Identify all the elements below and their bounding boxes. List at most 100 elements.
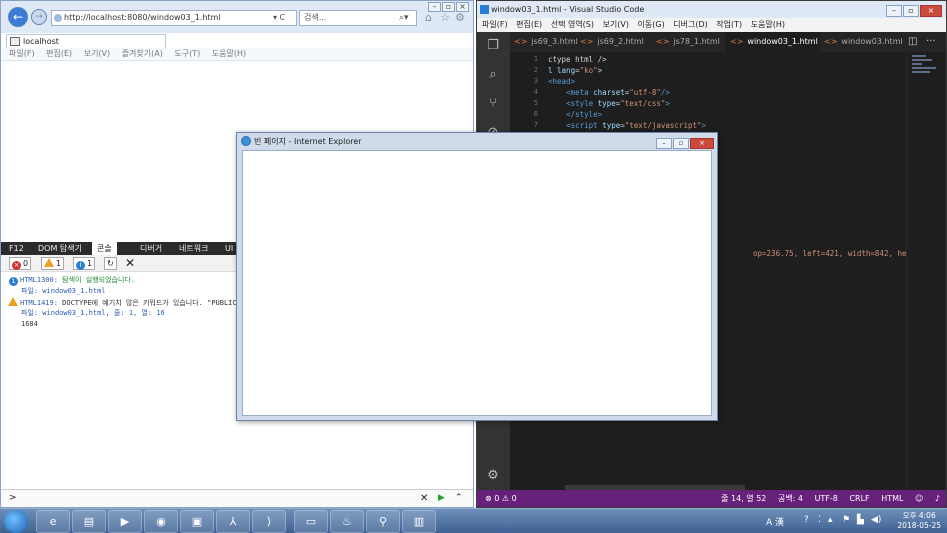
- taskbar-explorer[interactable]: ▤: [72, 510, 106, 533]
- taskbar-media[interactable]: ▶: [108, 510, 142, 533]
- vscode-menu-help[interactable]: 도움말(H): [751, 20, 785, 29]
- status-cursor-position[interactable]: 줄 14, 열 52: [721, 494, 766, 503]
- tool-icon: ⚲: [378, 515, 388, 528]
- forward-button[interactable]: →: [31, 9, 47, 25]
- maximize-button[interactable]: ▫: [673, 138, 689, 149]
- start-button[interactable]: [4, 510, 28, 533]
- ie-menu-favorites[interactable]: 즐겨찾기(A): [122, 49, 163, 58]
- minimize-button[interactable]: –: [428, 2, 441, 12]
- vscode-menu-view[interactable]: 보기(V): [603, 20, 629, 29]
- ie-menu-edit[interactable]: 편집(E): [46, 49, 72, 58]
- taskbar-chrome[interactable]: ◉: [144, 510, 178, 533]
- minimize-button[interactable]: –: [886, 5, 902, 17]
- devtools-tab-dom[interactable]: DOM 탐색기: [38, 242, 82, 255]
- status-eol[interactable]: CRLF: [849, 494, 869, 503]
- ie-menu-help[interactable]: 도움말(H): [212, 49, 246, 58]
- home-icon[interactable]: ⌂: [425, 11, 432, 24]
- ie-menu-view[interactable]: 보기(V): [84, 49, 110, 58]
- problems-indicator[interactable]: ⊗ 0 ⚠ 0: [485, 490, 517, 507]
- close-button[interactable]: ×: [456, 2, 469, 12]
- taskbar-cmd[interactable]: ▭: [294, 510, 328, 533]
- devtools-tab-ui[interactable]: UI: [225, 242, 233, 255]
- minimap[interactable]: [906, 52, 946, 490]
- tray-clock[interactable]: 오후 4:06 2018-05-25: [897, 511, 941, 531]
- tab-js78-1[interactable]: <> js78_1.html: [652, 32, 726, 52]
- line-number: 3: [533, 77, 538, 85]
- close-button[interactable]: ×: [690, 138, 714, 149]
- search-icon[interactable]: ⌕: [485, 67, 501, 83]
- taskbar-notepad[interactable]: ▥: [402, 510, 436, 533]
- back-button[interactable]: ←: [8, 7, 28, 27]
- devtools-tab-debugger[interactable]: 디버거: [140, 242, 162, 255]
- warnings-filter-button[interactable]: 1: [41, 257, 65, 270]
- taskbar-ie[interactable]: e: [36, 510, 70, 533]
- vscode-menu-debug[interactable]: 디버그(D): [673, 20, 707, 29]
- maximize-button[interactable]: ▫: [903, 5, 919, 17]
- close-icon[interactable]: ✕: [420, 490, 428, 507]
- tray-icon[interactable]: ⁚: [818, 515, 821, 525]
- address-controls[interactable]: ▾ C: [273, 10, 285, 26]
- devtools-tab-console[interactable]: 콘솔: [92, 242, 117, 255]
- ie-menu-file[interactable]: 파일(F): [9, 49, 35, 58]
- tab-js69-3[interactable]: <> js69_3.html: [510, 32, 578, 52]
- bell-icon[interactable]: ♪: [935, 494, 940, 503]
- action-center-icon[interactable]: ⚑: [842, 515, 850, 525]
- run-icon[interactable]: ▶: [438, 490, 445, 507]
- split-editor-icon[interactable]: ◫: [908, 32, 917, 52]
- vscode-menu-file[interactable]: 파일(F): [482, 20, 508, 29]
- status-indentation[interactable]: 공백: 4: [778, 494, 803, 503]
- tab-window03-1[interactable]: <>window03_1.html ×: [726, 32, 820, 66]
- errors-filter-button[interactable]: × 0: [9, 257, 32, 270]
- clear-on-navigate-button[interactable]: ↻: [104, 257, 117, 270]
- network-icon[interactable]: ▙: [857, 515, 864, 525]
- more-actions-icon[interactable]: ···: [926, 32, 936, 52]
- status-language[interactable]: HTML: [881, 494, 903, 503]
- gear-icon[interactable]: ⚙: [455, 11, 465, 24]
- explorer-icon[interactable]: ❐: [485, 38, 501, 54]
- smiley-feedback-icon[interactable]: ☺: [915, 494, 923, 503]
- status-encoding[interactable]: UTF-8: [815, 494, 838, 503]
- html-file-icon: <>: [824, 37, 838, 46]
- tab-js69-2[interactable]: <> js69_2.html: [576, 32, 652, 52]
- tab-window03[interactable]: <> window03.html: [820, 32, 904, 52]
- vscode-window-controls: – ▫ ×: [885, 2, 942, 19]
- console-code-2: HTML1419:: [20, 299, 58, 307]
- expand-icon[interactable]: ⌃: [455, 490, 463, 507]
- devtools-tab-network[interactable]: 네트워크: [179, 242, 208, 255]
- show-hidden-icons[interactable]: ▴: [828, 515, 833, 525]
- taskbar-acrobat[interactable]: ⅄: [216, 510, 250, 533]
- clear-console-icon[interactable]: ✕: [125, 256, 135, 270]
- line-number: 2: [533, 66, 538, 74]
- popup-content: [242, 150, 712, 416]
- console-file-1[interactable]: 파일: window03_1.html: [21, 286, 106, 296]
- vscode-menu-tasks[interactable]: 작업(T): [716, 20, 742, 29]
- info-filter-button[interactable]: i1: [73, 257, 96, 270]
- taskbar-tool[interactable]: ⚲: [366, 510, 400, 533]
- status-errors: 0: [494, 494, 500, 503]
- vscode-menu-edit[interactable]: 편집(E): [516, 20, 542, 29]
- ie-tab-localhost[interactable]: localhost: [6, 34, 166, 48]
- minimize-button[interactable]: –: [656, 138, 672, 149]
- taskbar-java[interactable]: ♨: [330, 510, 364, 533]
- popup-titlebar[interactable]: 빈 페이지 - Internet Explorer – ▫ ×: [237, 133, 717, 150]
- help-icon[interactable]: ?: [804, 515, 809, 525]
- gear-icon[interactable]: ⚙: [485, 468, 501, 484]
- vscode-menu-selection[interactable]: 선택 영역(S): [551, 20, 594, 29]
- source-control-icon[interactable]: ⑂: [485, 96, 501, 112]
- favorites-star-icon[interactable]: ☆: [440, 11, 450, 24]
- vscode-menu-go[interactable]: 이동(G): [638, 20, 665, 29]
- taskbar-app-5[interactable]: ▣: [180, 510, 214, 533]
- tray-ime-indicator[interactable]: A 漢: [766, 515, 784, 528]
- maximize-button[interactable]: ▫: [442, 2, 455, 12]
- address-bar[interactable]: http://localhost:8080/window03_1.html: [51, 10, 297, 26]
- taskbar-vscode[interactable]: ⟩: [252, 510, 286, 533]
- close-button[interactable]: ×: [920, 5, 942, 17]
- ie-menu-tools[interactable]: 도구(T): [174, 49, 200, 58]
- console-input-bar[interactable]: > ✕ ▶ ⌃: [1, 489, 473, 507]
- console-file-2[interactable]: 파일: window03_1.html, 줄: 1, 열: 16: [21, 308, 165, 318]
- line-number: 6: [533, 110, 538, 118]
- devtools-tab-f12[interactable]: F12: [9, 242, 24, 255]
- search-icon[interactable]: ⌕▾: [399, 10, 409, 26]
- volume-icon[interactable]: ◀): [871, 515, 881, 525]
- app-icon: ▣: [191, 515, 203, 528]
